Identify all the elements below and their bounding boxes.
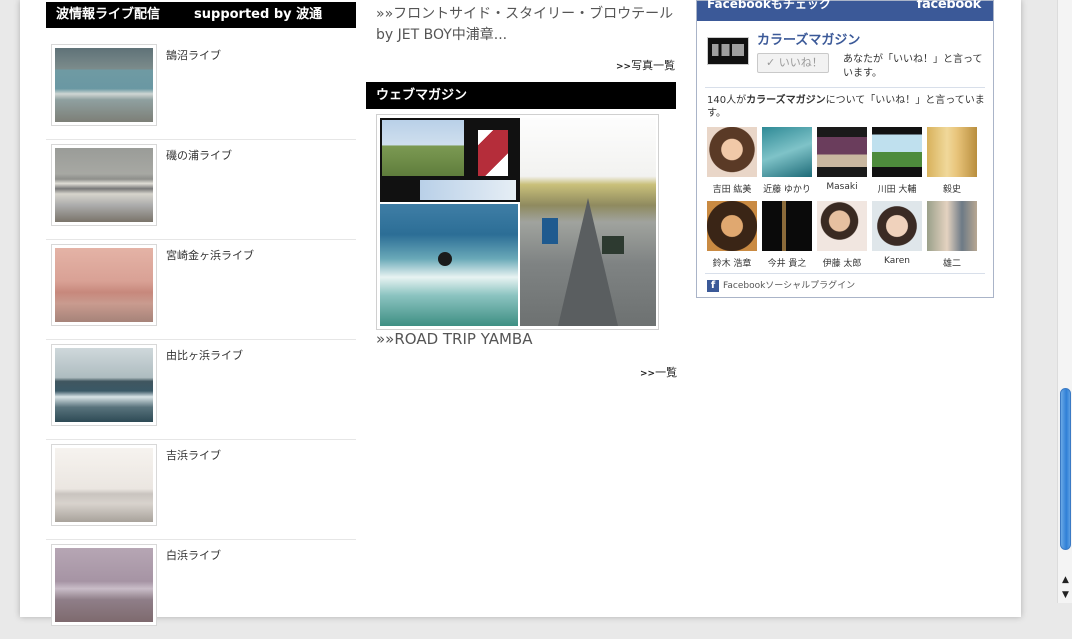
- scrollbar-thumb[interactable]: [1060, 388, 1071, 550]
- collage-photo-surfer: [380, 204, 518, 326]
- collage-photo-road: [520, 118, 656, 326]
- avatar: [817, 127, 867, 177]
- surf-header-sponsor: supported by 波通: [194, 7, 323, 22]
- fan-item[interactable]: 毅史: [927, 127, 977, 195]
- avatar: [872, 201, 922, 251]
- list-item: 宮崎金ヶ浜ライブ: [46, 240, 356, 340]
- surf-header-title: 波情報ライブ配信: [56, 7, 161, 22]
- magazine-list-link[interactable]: >>一覧: [640, 364, 677, 380]
- avatar: [927, 201, 977, 251]
- surf-live-link[interactable]: 宮崎金ヶ浜ライブ: [166, 247, 254, 263]
- surf-live-link[interactable]: 磯の浦ライブ: [166, 147, 232, 163]
- list-item: 吉浜ライブ: [46, 440, 356, 540]
- list-item: 鵠沼ライブ: [46, 40, 356, 140]
- surf-live-link[interactable]: 由比ヶ浜ライブ: [166, 347, 243, 363]
- fan-item[interactable]: 今井 貴之: [762, 201, 812, 269]
- surf-live-link[interactable]: 吉浜ライブ: [166, 447, 221, 463]
- surf-thumbnail[interactable]: [51, 444, 157, 526]
- news-headline-link[interactable]: »»フロントサイド・スタイリー・ブロウテール by JET BOY中浦章...: [376, 4, 681, 46]
- facebook-header-bar: Facebookもチェック facebook: [697, 0, 993, 21]
- beach-photo: [55, 448, 153, 522]
- surf-live-link[interactable]: 鵠沼ライブ: [166, 47, 221, 63]
- surf-thumbnail[interactable]: [51, 144, 157, 226]
- fan-name: 雄二: [942, 259, 961, 269]
- fan-item[interactable]: 吉田 紘美: [707, 127, 757, 195]
- check-icon: ✓: [766, 56, 776, 69]
- more-arrow-icon: >>: [616, 62, 632, 72]
- facebook-logo[interactable]: facebook: [917, 0, 982, 11]
- facebook-box-title: Facebookもチェック: [707, 0, 831, 11]
- facebook-page-name[interactable]: カラーズマガジン: [757, 29, 860, 48]
- surf-thumbnail[interactable]: [51, 44, 157, 126]
- list-item: 白浜ライブ: [46, 540, 356, 639]
- list-item: 由比ヶ浜ライブ: [46, 340, 356, 440]
- fan-name: 川田 大輔: [877, 185, 917, 195]
- fan-item[interactable]: Karen: [872, 201, 922, 266]
- facebook-like-box: Facebookもチェック facebook カラーズマガジン ✓ いいね！ あ…: [696, 0, 994, 298]
- beach-photo: [55, 348, 153, 422]
- avatar: [707, 201, 757, 251]
- fan-item[interactable]: 川田 大輔: [872, 127, 922, 195]
- fan-name: Karen: [883, 256, 910, 266]
- beach-photo: [55, 48, 153, 122]
- beach-photo: [55, 548, 153, 622]
- fan-name: 今井 貴之: [767, 259, 807, 269]
- vertical-scrollbar[interactable]: ▲ ▼: [1057, 0, 1072, 603]
- scroll-up-arrow-icon[interactable]: ▲: [1059, 573, 1072, 587]
- fan-item[interactable]: 近藤 ゆかり: [762, 127, 812, 195]
- fan-name: Masaki: [826, 182, 858, 192]
- fan-name: 毅史: [942, 185, 961, 195]
- avatar: [817, 201, 867, 251]
- avatar: [872, 127, 922, 177]
- surf-thumbnail[interactable]: [51, 544, 157, 626]
- divider: [705, 87, 985, 88]
- fan-item[interactable]: 伊藤 太郎: [817, 201, 867, 269]
- beach-photo: [55, 248, 153, 322]
- collage-photo-sheep: [380, 118, 520, 202]
- fan-item[interactable]: 鈴木 浩章: [707, 201, 757, 269]
- avatar: [927, 127, 977, 177]
- surf-live-header: 波情報ライブ配信 supported by 波通: [46, 2, 356, 28]
- photo-list-link[interactable]: >>写真一覧: [616, 57, 675, 73]
- like-count-text: 140人がカラーズマガジンについて「いいね！」と言っています。: [707, 95, 985, 119]
- fan-name: 鈴木 浩章: [712, 259, 752, 269]
- page-logo-icon[interactable]: [707, 37, 749, 65]
- like-button[interactable]: ✓ いいね！: [757, 53, 829, 73]
- more-arrow-icon: >>: [640, 369, 656, 379]
- fan-name: 近藤 ゆかり: [763, 185, 811, 195]
- avatar: [707, 127, 757, 177]
- fan-name: 吉田 紘美: [712, 185, 752, 195]
- magazine-thumbnail[interactable]: [376, 114, 659, 330]
- surf-thumbnail[interactable]: [51, 344, 157, 426]
- avatar: [762, 201, 812, 251]
- avatar: [762, 127, 812, 177]
- fan-item[interactable]: 雄二: [927, 201, 977, 269]
- fan-item[interactable]: Masaki: [817, 127, 867, 192]
- facebook-f-icon: f: [707, 279, 719, 292]
- like-status-text: あなたが「いいね！」と言っています。: [843, 54, 983, 79]
- list-item: 磯の浦ライブ: [46, 140, 356, 240]
- web-magazine-header: ウェブマガジン: [366, 82, 676, 109]
- beach-photo: [55, 148, 153, 222]
- social-plugin-link[interactable]: f Facebookソーシャルプラグイン: [707, 278, 855, 292]
- scroll-down-arrow-icon[interactable]: ▼: [1059, 588, 1072, 602]
- magazine-collage: [380, 118, 656, 326]
- fan-name: 伊藤 太郎: [822, 259, 862, 269]
- magazine-article-link[interactable]: »»ROAD TRIP YAMBA: [376, 330, 532, 348]
- surf-live-list: 鵠沼ライブ 磯の浦ライブ 宮崎金ヶ浜ライブ 由比ヶ浜ライブ 吉浜ライブ 白浜ライ…: [46, 40, 356, 639]
- surf-live-link[interactable]: 白浜ライブ: [166, 547, 221, 563]
- divider: [705, 273, 985, 274]
- surf-thumbnail[interactable]: [51, 244, 157, 326]
